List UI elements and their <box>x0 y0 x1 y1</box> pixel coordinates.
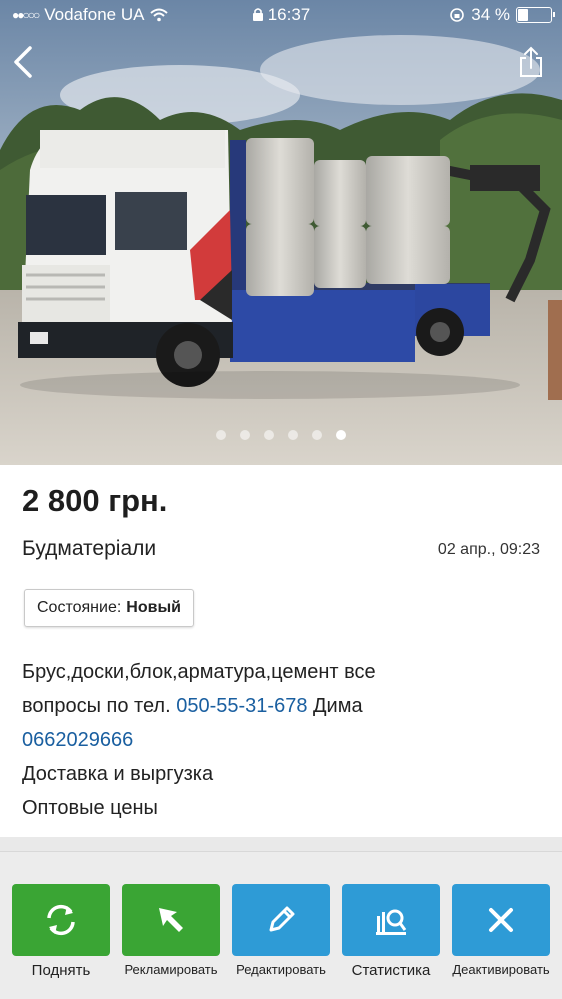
statistics-icon <box>376 909 407 935</box>
statistics-button[interactable]: Статистика <box>342 884 440 979</box>
statistics-label: Статистика <box>351 962 431 979</box>
action-bar: Поднять Рекламировать Редактировать Стат… <box>0 884 562 999</box>
pager-dot[interactable] <box>288 430 298 440</box>
battery-icon <box>516 7 555 23</box>
listing-photo[interactable]: ●●○○○ Vodafone UA 16:37 34 % <box>0 0 562 465</box>
condition-value: Новый <box>126 599 181 616</box>
pager-dot[interactable] <box>264 430 274 440</box>
clock-time: 16:37 <box>267 5 311 24</box>
battery-fill <box>518 9 528 21</box>
close-icon <box>489 908 513 932</box>
promote-tile[interactable] <box>122 884 220 956</box>
deactivate-tile[interactable] <box>452 884 550 956</box>
lock-icon <box>252 8 263 21</box>
description-text: Дима <box>313 695 363 717</box>
pager-dot[interactable] <box>312 430 322 440</box>
price: 2 800 грн. <box>22 483 168 518</box>
listing-details: 2 800 грн. Будматеріали 02 апр., 09:23 С… <box>0 465 562 837</box>
raise-tile[interactable] <box>12 884 110 956</box>
pager-dot[interactable] <box>336 430 346 440</box>
truck-photo-image <box>0 0 562 465</box>
description-text: вопросы по тел. <box>22 695 171 717</box>
promote-button[interactable]: Рекламировать <box>122 884 220 977</box>
photo-pager[interactable] <box>0 430 562 440</box>
section-gap <box>0 837 562 851</box>
statistics-tile[interactable] <box>342 884 440 956</box>
promote-label: Рекламировать <box>124 962 218 977</box>
phone-link[interactable]: 0662029666 <box>22 729 133 751</box>
pager-dot[interactable] <box>240 430 250 440</box>
cursor-arrow-icon <box>159 908 183 932</box>
raise-button[interactable]: Поднять <box>12 884 110 979</box>
refresh-icon <box>47 904 75 936</box>
condition-label: Состояние: <box>37 599 122 616</box>
pager-dot[interactable] <box>216 430 226 440</box>
edit-tile[interactable] <box>232 884 330 956</box>
deactivate-label: Деактивировать <box>452 962 550 977</box>
share-icon[interactable] <box>518 46 544 78</box>
deactivate-button[interactable]: Деактивировать <box>452 884 550 977</box>
publish-date: 02 апр., 09:23 <box>437 541 540 558</box>
category[interactable]: Будматеріали <box>22 537 156 561</box>
phone-link[interactable]: 050-55-31-678 <box>176 695 307 717</box>
description-line: Оптовые цены <box>22 797 158 819</box>
divider <box>0 851 562 852</box>
edit-label: Редактировать <box>236 962 326 977</box>
pencil-icon <box>269 906 295 932</box>
edit-button[interactable]: Редактировать <box>232 884 330 977</box>
condition-badge: Состояние: Новый <box>24 589 194 627</box>
status-bar: ●●○○○ Vodafone UA 16:37 34 % <box>0 0 562 30</box>
description-line: Брус,доски,блок,арматура,цемент все <box>22 661 376 683</box>
battery-percent: 34 % <box>471 5 510 24</box>
description-line: Доставка и выргузка <box>22 763 214 785</box>
back-arrow-icon[interactable] <box>10 44 36 80</box>
raise-label: Поднять <box>31 962 91 979</box>
orientation-lock-icon <box>450 8 465 22</box>
description: Брус,доски,блок,арматура,цемент все вопр… <box>22 655 542 825</box>
